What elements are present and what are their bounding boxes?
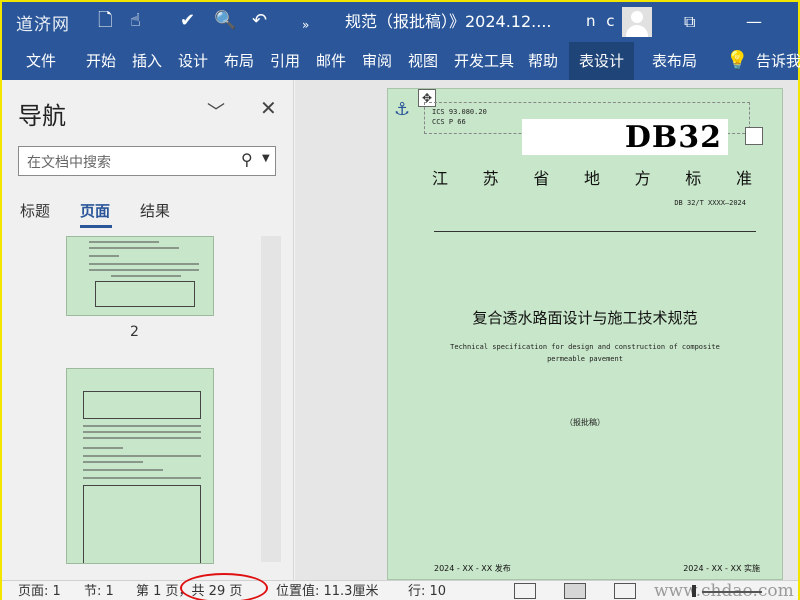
page-number-label: 2 bbox=[130, 324, 139, 340]
active-tab-indicator bbox=[80, 225, 112, 228]
heading-char: 苏 bbox=[482, 169, 499, 188]
implement-date: 2024 - XX - XX 实施 bbox=[683, 564, 760, 573]
db-mark: DB32 bbox=[624, 120, 722, 155]
standard-number: DB 32/T XXXX—2024 bbox=[674, 199, 746, 207]
db-logo: DB32 bbox=[522, 119, 728, 155]
tab-view[interactable]: 视图 bbox=[408, 42, 438, 80]
divider bbox=[434, 231, 756, 232]
zoom-slider[interactable] bbox=[702, 591, 762, 593]
standard-type-heading: 江 苏 省 地 方 标 准 bbox=[432, 165, 752, 189]
spelling-check-icon[interactable]: ✔ bbox=[180, 10, 195, 32]
ribbon-tabs: 文件 开始 插入 设计 布局 引用 邮件 审阅 视图 开发工具 帮助 表设计 表… bbox=[2, 42, 800, 80]
heading-char: 江 bbox=[432, 169, 449, 188]
zoom-slider-knob[interactable] bbox=[692, 585, 696, 597]
status-page[interactable]: 页面: 1 bbox=[18, 584, 61, 600]
ccs-code: CCS P 66 bbox=[432, 118, 466, 126]
classification-codes: ICS 93.080.20 CCS P 66 bbox=[432, 107, 487, 127]
search-placeholder: 在文档中搜索 bbox=[27, 155, 111, 171]
tab-help[interactable]: 帮助 bbox=[528, 42, 558, 80]
anchor-icon: ⚓ bbox=[394, 99, 411, 120]
page-thumbnail[interactable] bbox=[66, 236, 214, 316]
page-thumbnail[interactable] bbox=[66, 368, 214, 564]
tab-results[interactable]: 结果 bbox=[140, 200, 170, 221]
tab-mailings[interactable]: 邮件 bbox=[316, 42, 346, 80]
document-area: ⚓ ✥ ICS 93.080.20 CCS P 66 DB32 江 苏 省 地 … bbox=[295, 80, 798, 580]
new-document-icon[interactable]: 🗋 bbox=[98, 10, 112, 32]
heading-char: 方 bbox=[634, 169, 651, 188]
heading-char: 准 bbox=[735, 169, 752, 188]
print-layout-icon[interactable] bbox=[564, 583, 586, 599]
publish-date: 2024 - XX - XX 发布 bbox=[434, 564, 511, 573]
ics-code: ICS 93.080.20 bbox=[432, 108, 487, 116]
status-bar: 页面: 1 节: 1 第 1 页，共 29 页 位置值: 11.3厘米 行: 1… bbox=[2, 573, 798, 600]
navigation-pane: 导航 ﹀ ✕ 在文档中搜索 ⚲ ▼ 标题 页面 结果 2 bbox=[2, 80, 294, 580]
user-name[interactable]: n c bbox=[586, 12, 618, 30]
heading-char: 省 bbox=[533, 169, 550, 188]
tab-developer[interactable]: 开发工具 bbox=[454, 42, 514, 80]
english-title: Technical specification for design and c… bbox=[388, 341, 782, 365]
ribbon-display-icon[interactable]: ⧉ bbox=[684, 11, 695, 33]
minimize-icon[interactable]: — bbox=[746, 11, 762, 33]
close-icon[interactable]: ✕ bbox=[260, 96, 277, 120]
document-title: 规范（报批稿）》2024.12.... bbox=[345, 12, 552, 31]
nav-title: 导航 bbox=[18, 102, 66, 130]
chinese-title: 复合透水路面设计与施工技术规范 bbox=[472, 309, 698, 327]
tab-insert[interactable]: 插入 bbox=[132, 42, 162, 80]
status-position[interactable]: 位置值: 11.3厘米 bbox=[276, 584, 378, 600]
resize-handle[interactable] bbox=[745, 127, 763, 145]
tab-home[interactable]: 开始 bbox=[86, 42, 116, 80]
web-layout-icon[interactable] bbox=[614, 583, 636, 599]
heading-char: 地 bbox=[583, 169, 600, 188]
tab-pages[interactable]: 页面 bbox=[80, 200, 110, 221]
undo-icon[interactable]: ↶ bbox=[252, 10, 267, 32]
tab-table-design[interactable]: 表设计 bbox=[569, 42, 635, 80]
draft-label: （报批稿） bbox=[565, 418, 605, 427]
title-bar: 道济网 🗋 ☝ ✔ 🔍 ↶ » 规范（报批稿）》2024.12.... n c … bbox=[2, 2, 798, 42]
heading-char: 标 bbox=[685, 169, 702, 188]
search-input[interactable]: 在文档中搜索 ⚲ ▼ bbox=[18, 146, 276, 176]
tab-layout[interactable]: 布局 bbox=[224, 42, 254, 80]
thumbnail-scrollbar[interactable] bbox=[261, 236, 281, 562]
english-title-line: permeable pavement bbox=[547, 355, 623, 363]
avatar[interactable] bbox=[622, 7, 652, 37]
lightbulb-icon[interactable]: 💡 bbox=[726, 50, 748, 71]
document-page[interactable]: ⚓ ✥ ICS 93.080.20 CCS P 66 DB32 江 苏 省 地 … bbox=[387, 88, 783, 580]
english-title-line: Technical specification for design and c… bbox=[450, 343, 720, 351]
tab-design[interactable]: 设计 bbox=[178, 42, 208, 80]
highlight-circle bbox=[180, 573, 268, 600]
tab-review[interactable]: 审阅 bbox=[362, 42, 392, 80]
tab-file[interactable]: 文件 bbox=[26, 42, 56, 80]
more-commands-icon[interactable]: » bbox=[302, 14, 309, 36]
touch-mode-icon[interactable]: ☝ bbox=[130, 10, 141, 32]
watermark-logo: 道济网 bbox=[16, 15, 70, 35]
search-icon[interactable]: ⚲ bbox=[241, 150, 253, 169]
chevron-down-icon[interactable]: ﹀ bbox=[207, 98, 225, 124]
tab-references[interactable]: 引用 bbox=[270, 42, 300, 80]
tab-table-layout[interactable]: 表布局 bbox=[652, 42, 697, 80]
status-line[interactable]: 行: 10 bbox=[408, 584, 446, 600]
print-preview-icon[interactable]: 🔍 bbox=[214, 10, 236, 32]
status-section[interactable]: 节: 1 bbox=[84, 584, 114, 600]
chevron-down-icon[interactable]: ▼ bbox=[262, 153, 270, 164]
read-mode-icon[interactable] bbox=[514, 583, 536, 599]
tab-headings[interactable]: 标题 bbox=[20, 200, 50, 221]
tell-me-box[interactable]: 告诉我 bbox=[756, 42, 800, 80]
